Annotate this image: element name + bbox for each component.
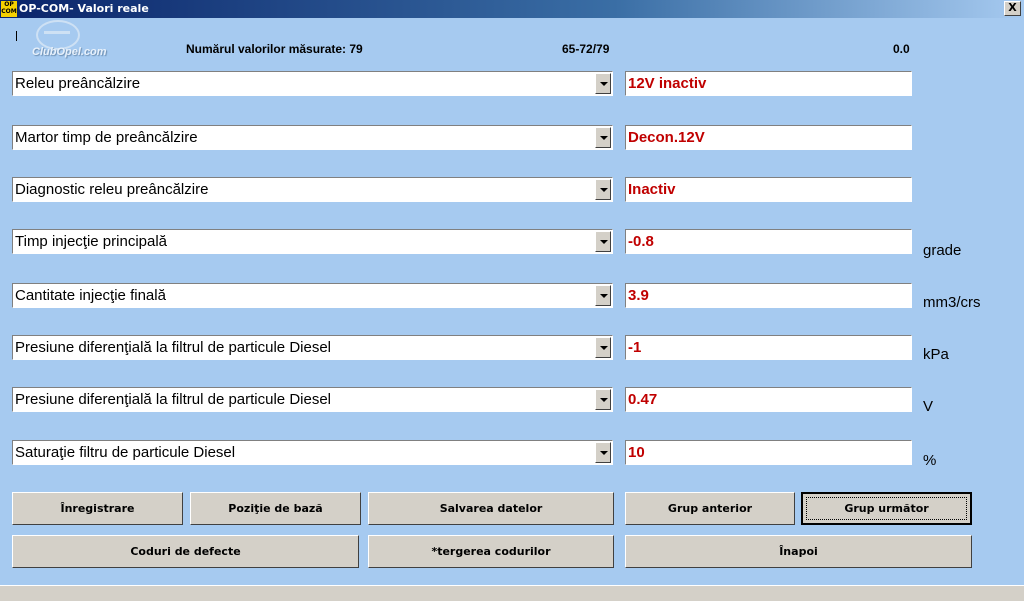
param-label: Timp injecţie principală	[15, 233, 168, 250]
chevron-down-icon[interactable]	[595, 389, 611, 410]
title-bar: OP COM OP-COM- Valori reale X	[0, 0, 1024, 18]
save-data-button[interactable]: Salvarea datelor	[368, 492, 614, 525]
param-select-7[interactable]: Presiune diferenţială la filtrul de part…	[12, 387, 613, 412]
param-value-5: 3.9	[625, 283, 912, 308]
chevron-down-icon[interactable]	[595, 231, 611, 252]
close-button[interactable]: X	[1004, 1, 1021, 16]
value-text: 0.47	[628, 391, 658, 408]
top-value: 0.0	[893, 42, 910, 56]
next-group-button[interactable]: Grup următor	[801, 492, 972, 525]
param-value-8: 10	[625, 440, 912, 465]
param-select-4[interactable]: Timp injecţie principală	[12, 229, 613, 254]
param-unit-5: mm3/crs	[923, 294, 981, 311]
base-position-button[interactable]: Poziţie de bază	[190, 492, 361, 525]
param-select-8[interactable]: Saturaţie filtru de particule Diesel	[12, 440, 613, 465]
chevron-down-icon[interactable]	[595, 73, 611, 94]
value-text: -1	[628, 339, 642, 356]
opcom-app-icon: OP COM	[1, 1, 17, 17]
param-unit-4: grade	[923, 242, 962, 259]
param-select-5[interactable]: Cantitate injecţie finală	[12, 283, 613, 308]
opel-logo-bolt-icon	[44, 31, 70, 34]
param-unit-6: kPa	[923, 346, 949, 363]
param-value-7: 0.47	[625, 387, 912, 412]
param-label: Cantitate injecţie finală	[15, 287, 166, 304]
text-cursor	[16, 31, 17, 41]
value-text: Inactiv	[628, 181, 676, 198]
clubopel-logo: ClubOpel.com	[32, 46, 107, 58]
record-button[interactable]: Înregistrare	[12, 492, 183, 525]
chevron-down-icon[interactable]	[595, 442, 611, 463]
param-label: Diagnostic releu preâncălzire	[15, 181, 209, 198]
param-select-6[interactable]: Presiune diferenţială la filtrul de part…	[12, 335, 613, 360]
param-select-3[interactable]: Diagnostic releu preâncălzire	[12, 177, 613, 202]
back-button[interactable]: Înapoi	[625, 535, 972, 568]
param-select-2[interactable]: Martor timp de preâncălzire	[12, 125, 613, 150]
param-value-4: -0.8	[625, 229, 912, 254]
previous-group-button[interactable]: Grup anterior	[625, 492, 795, 525]
param-label: Releu preâncălzire	[15, 75, 141, 92]
value-text: 10	[628, 444, 645, 461]
window-title: OP-COM- Valori reale	[19, 2, 149, 15]
chevron-down-icon[interactable]	[595, 179, 611, 200]
fault-codes-button[interactable]: Coduri de defecte	[12, 535, 359, 568]
param-value-6: -1	[625, 335, 912, 360]
chevron-down-icon[interactable]	[595, 127, 611, 148]
param-label: Martor timp de preâncălzire	[15, 129, 198, 146]
measured-values-count: Numărul valorilor măsurate: 79	[186, 42, 363, 56]
chevron-down-icon[interactable]	[595, 337, 611, 358]
param-value-2: Decon.12V	[625, 125, 912, 150]
values-range: 65-72/79	[562, 42, 610, 56]
param-label: Presiune diferenţială la filtrul de part…	[15, 391, 331, 408]
chevron-down-icon[interactable]	[595, 285, 611, 306]
param-value-1: 12V inactiv	[625, 71, 912, 96]
value-text: 3.9	[628, 287, 649, 304]
value-text: -0.8	[628, 233, 654, 250]
param-unit-7: V	[923, 398, 934, 415]
value-text: Decon.12V	[628, 129, 705, 146]
param-label: Presiune diferenţială la filtrul de part…	[15, 339, 331, 356]
param-value-3: Inactiv	[625, 177, 912, 202]
param-select-1[interactable]: Releu preâncălzire	[12, 71, 613, 96]
param-unit-8: %	[923, 452, 937, 469]
status-bar	[0, 585, 1024, 601]
clear-codes-button[interactable]: *tergerea codurilor	[368, 535, 614, 568]
value-text: 12V inactiv	[628, 75, 707, 92]
param-label: Saturaţie filtru de particule Diesel	[15, 444, 236, 461]
